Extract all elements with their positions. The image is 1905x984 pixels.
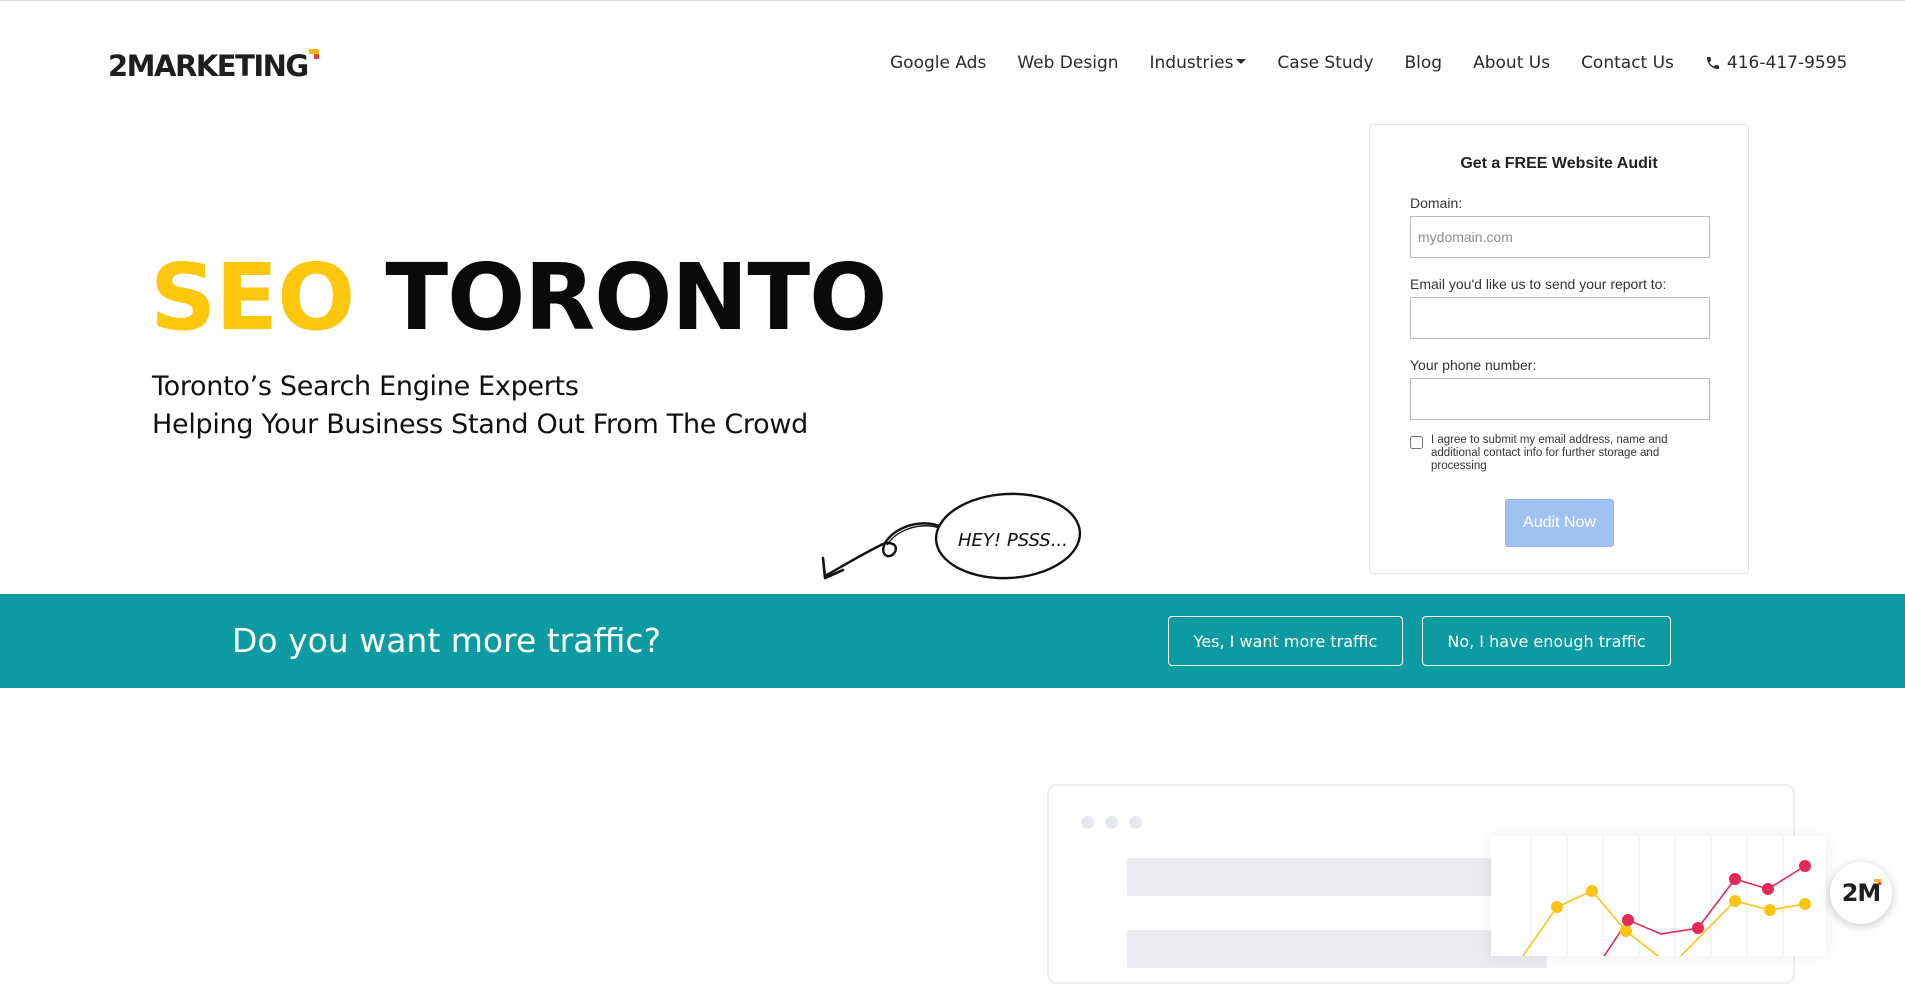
nav-web-design[interactable]: Web Design xyxy=(1017,53,1118,73)
chat-widget-mark-icon-dot xyxy=(1878,882,1881,885)
nav-industries-label: Industries xyxy=(1149,53,1234,73)
top-border xyxy=(0,0,1905,1)
domain-input[interactable] xyxy=(1410,216,1710,258)
audit-form: Get a FREE Website Audit Domain: Email y… xyxy=(1369,124,1749,574)
consent-row: I agree to submit my email address, name… xyxy=(1410,434,1710,473)
chart-point xyxy=(1620,925,1632,937)
window-dot xyxy=(1129,816,1142,829)
phone-label: Your phone number: xyxy=(1410,357,1537,373)
logo-mark-icon xyxy=(308,49,323,63)
logo[interactable]: 2MARKETING xyxy=(108,46,323,86)
chart-point xyxy=(1729,873,1741,885)
phone-icon xyxy=(1706,57,1719,69)
email-label: Email you'd like us to send your report … xyxy=(1410,276,1667,292)
nav-contact-us[interactable]: Contact Us xyxy=(1581,53,1674,73)
chart-point xyxy=(1799,860,1811,872)
chart-line-yellow xyxy=(1521,890,1806,956)
audit-form-title: Get a FREE Website Audit xyxy=(1460,155,1658,172)
chart-point xyxy=(1764,904,1776,916)
main-nav: Google Ads Web Design Industries Case St… xyxy=(890,48,1847,78)
domain-label: Domain: xyxy=(1410,195,1463,211)
consent-text: I agree to submit my email address, name… xyxy=(1431,434,1668,472)
hero-subtitle: Toronto’s Search Engine Experts Helping … xyxy=(152,368,808,444)
hero-subtitle-line1: Toronto’s Search Engine Experts xyxy=(152,371,579,402)
chart-point xyxy=(1622,914,1634,926)
placeholder-bar xyxy=(1127,858,1547,896)
chart-point xyxy=(1762,883,1774,895)
yes-more-traffic-button[interactable]: Yes, I want more traffic xyxy=(1168,616,1403,666)
email-input[interactable] xyxy=(1410,297,1710,339)
arrow-doodle-icon xyxy=(821,522,942,580)
doodle-text: HEY! PSSS... xyxy=(958,530,1068,551)
chart-point xyxy=(1586,885,1598,897)
chat-widget-label: 2M xyxy=(1841,879,1882,907)
window-dot xyxy=(1105,816,1118,829)
growth-chart xyxy=(1521,836,1811,956)
phone-input[interactable] xyxy=(1410,378,1710,420)
chat-widget-button[interactable]: 2M xyxy=(1830,862,1892,924)
chart-point xyxy=(1551,901,1563,913)
growth-chart-card xyxy=(1491,836,1826,956)
consent-checkbox[interactable] xyxy=(1410,436,1423,449)
no-enough-traffic-button[interactable]: No, I have enough traffic xyxy=(1422,616,1671,666)
hero-subtitle-line2: Helping Your Business Stand Out From The… xyxy=(152,409,808,440)
traffic-question: Do you want more traffic? xyxy=(232,621,662,660)
nav-google-ads[interactable]: Google Ads xyxy=(890,53,986,73)
placeholder-bar xyxy=(1127,930,1547,968)
chart-point xyxy=(1799,898,1811,910)
chevron-down-icon xyxy=(1236,58,1247,64)
nav-industries[interactable]: Industries xyxy=(1150,53,1247,73)
phone-link[interactable]: 416-417-9595 xyxy=(1705,53,1847,73)
chart-point xyxy=(1729,895,1741,907)
hey-psss-doodle: HEY! PSSS... xyxy=(821,492,1082,580)
nav-case-study[interactable]: Case Study xyxy=(1277,53,1373,73)
hero-title-rest: TORONTO xyxy=(385,244,887,351)
audit-now-button[interactable]: Audit Now xyxy=(1505,499,1614,547)
logo-text: 2MARKETING xyxy=(108,49,309,83)
hero-title: SEO TORONTO xyxy=(150,243,887,353)
chart-point xyxy=(1692,922,1704,934)
phone-number: 416-417-9595 xyxy=(1726,53,1848,73)
traffic-band: Do you want more traffic? Yes, I want mo… xyxy=(0,594,1905,688)
nav-blog[interactable]: Blog xyxy=(1405,53,1443,73)
hero-title-highlight: SEO xyxy=(150,244,355,351)
nav-about-us[interactable]: About Us xyxy=(1473,53,1550,73)
window-dot xyxy=(1081,816,1094,829)
